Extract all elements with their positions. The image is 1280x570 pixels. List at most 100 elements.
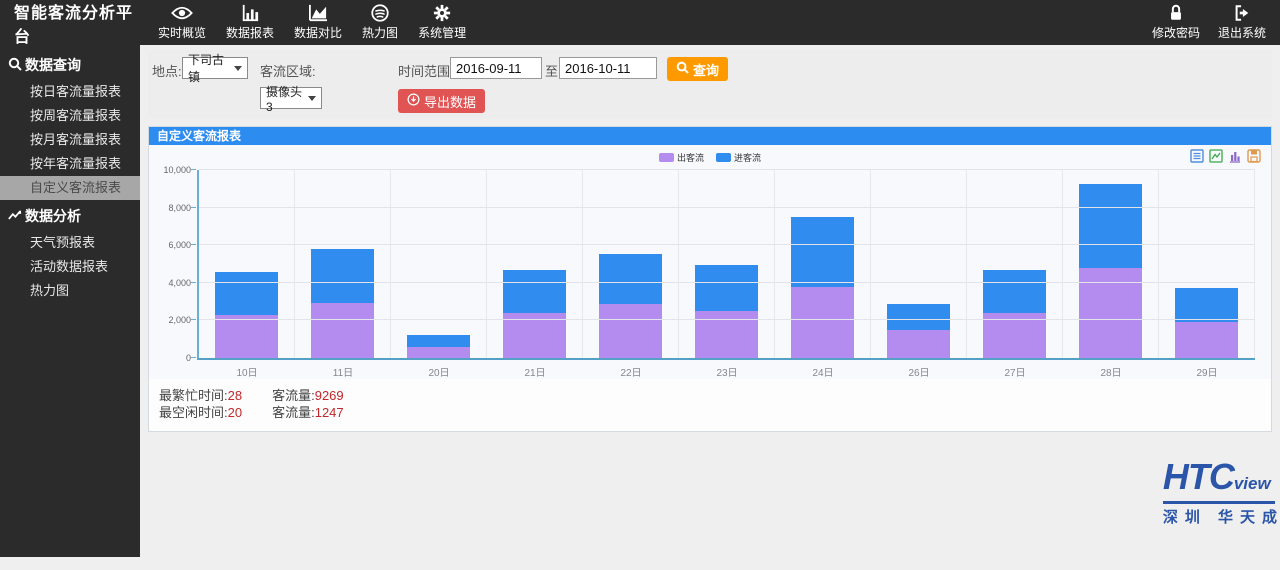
idle-time-label: 最空闲时间: <box>159 405 228 420</box>
sidebar-item-yearly-report[interactable]: 按年客流量报表 <box>0 152 140 176</box>
bar-segment-in <box>695 265 758 311</box>
bar-segment-out <box>1175 322 1238 358</box>
search-icon <box>676 61 689 77</box>
area-label: 客流区域: <box>260 61 316 80</box>
stacked-bar <box>311 170 374 358</box>
bar-segment-in <box>599 254 662 305</box>
save-image-icon[interactable] <box>1247 149 1261 163</box>
bar-segment-in <box>887 304 950 330</box>
x-axis-tick-label: 23日 <box>679 364 775 379</box>
sidebar-item-heatmap[interactable]: 热力图 <box>0 279 140 303</box>
stats-busiest-row: 最繁忙时间:28客流量:9269 <box>159 387 1261 404</box>
x-axis-tick-label: 11日 <box>295 364 391 379</box>
nav-right: 修改密码 退出系统 <box>1152 4 1280 41</box>
nav-item-heatmap[interactable]: 热力图 <box>362 4 398 41</box>
busiest-flow-value: 9269 <box>315 388 344 403</box>
bar-chart-icon[interactable] <box>1228 149 1242 163</box>
area-chart-icon <box>307 4 329 27</box>
logo-view-text: view <box>1234 474 1271 493</box>
stacked-bar <box>791 170 854 358</box>
data-view-icon[interactable] <box>1190 149 1204 163</box>
legend-item[interactable]: 进客流 <box>716 151 761 164</box>
sidebar-item-daily-report[interactable]: 按日客流量报表 <box>0 80 140 104</box>
nav-item-data-compare[interactable]: 数据对比 <box>294 4 342 41</box>
gear-icon <box>431 4 453 27</box>
x-axis-tick-label: 27日 <box>967 364 1063 379</box>
chevron-down-icon <box>234 66 242 71</box>
logo-subtitle: 深圳 华天成 <box>1163 506 1280 527</box>
sidebar-item-activity-report[interactable]: 活动数据报表 <box>0 255 140 279</box>
y-axis-tick <box>191 169 196 170</box>
bar-segment-in <box>311 249 374 303</box>
main-content: 地点: 下司古镇 客流区域: 摄像头3 时间范围 至 查询 导出数据 <box>140 45 1280 570</box>
logout-icon <box>1231 4 1253 27</box>
legend-swatch <box>716 153 731 162</box>
sidebar-section-data-analysis: 数据分析 <box>0 200 140 231</box>
legend-row: 出客流 进客流 <box>149 148 1271 168</box>
trend-icon <box>8 208 22 225</box>
date-to-input[interactable] <box>559 57 657 79</box>
busiest-flow-label: 客流量: <box>272 388 315 403</box>
bar-slot <box>775 170 871 358</box>
stacked-bar <box>983 170 1046 358</box>
legend-label: 出客流 <box>677 151 704 164</box>
bar-segment-in <box>983 270 1046 313</box>
x-axis-tick-label: 24日 <box>775 364 871 379</box>
nav-items: 实时概览 数据报表 数据对比 热力图 系统管理 <box>158 4 466 41</box>
date-from-input[interactable] <box>450 57 542 79</box>
export-data-button[interactable]: 导出数据 <box>398 89 485 113</box>
query-button[interactable]: 查询 <box>667 57 728 81</box>
idle-flow-label: 客流量: <box>272 405 315 420</box>
page: 智能客流分析平台 实时概览 数据报表 数据对比 热力图 系统管理 <box>0 0 1280 570</box>
bar-segment-in <box>407 335 470 347</box>
nav-item-system-admin[interactable]: 系统管理 <box>418 4 466 41</box>
chart-zone: 出客流进客流 02,0004,0006,0008,00010,000 10日11… <box>149 145 1271 379</box>
location-select[interactable]: 下司古镇 <box>182 57 248 79</box>
legend-label: 进客流 <box>734 151 761 164</box>
legend-item[interactable]: 出客流 <box>659 151 704 164</box>
y-axis-tick-label: 4,000 <box>168 278 191 288</box>
y-axis-tick <box>191 319 196 320</box>
logo-wordmark: HTCview <box>1163 462 1275 504</box>
y-axis-tick-label: 10,000 <box>163 165 191 175</box>
line-chart-icon[interactable] <box>1209 149 1223 163</box>
bar-slot <box>679 170 775 358</box>
x-axis-tick-label: 22日 <box>583 364 679 379</box>
stacked-bar <box>695 170 758 358</box>
bar-segment-out <box>695 311 758 358</box>
y-axis-tick <box>191 207 196 208</box>
nav-item-label: 系统管理 <box>418 27 466 41</box>
bar-segment-out <box>215 315 278 358</box>
nav-item-change-password[interactable]: 修改密码 <box>1152 4 1200 41</box>
location-label: 地点: <box>152 61 182 80</box>
stacked-bar <box>503 170 566 358</box>
chart-plot: 02,0004,0006,0008,00010,000 <box>197 170 1255 360</box>
x-axis-tick-label: 21日 <box>487 364 583 379</box>
chart-panel: 自定义客流报表 出客流进客流 02,0004,0006,0008,00010,0… <box>148 126 1272 432</box>
sidebar-item-weather-report[interactable]: 天气预报表 <box>0 231 140 255</box>
nav-item-logout[interactable]: 退出系统 <box>1218 4 1266 41</box>
bar-segment-out <box>791 287 854 358</box>
y-axis-tick <box>191 357 196 358</box>
sidebar-item-monthly-report[interactable]: 按月客流量报表 <box>0 128 140 152</box>
bar-slot <box>295 170 391 358</box>
bar-segment-out <box>311 303 374 358</box>
nav-item-label: 数据报表 <box>226 27 274 41</box>
to-label: 至 <box>545 61 558 80</box>
y-axis-tick-label: 8,000 <box>168 203 191 213</box>
sidebar-item-weekly-report[interactable]: 按周客流量报表 <box>0 104 140 128</box>
bar-slot <box>199 170 295 358</box>
x-axis-tick-label: 26日 <box>871 364 967 379</box>
stats-block: 最繁忙时间:28客流量:9269 最空闲时间:20客流量:1247 <box>149 379 1271 431</box>
bar-slot <box>967 170 1063 358</box>
idle-flow-value: 1247 <box>315 405 344 420</box>
eye-icon <box>171 4 193 27</box>
search-icon <box>8 57 22 74</box>
sidebar: 数据查询 按日客流量报表 按周客流量报表 按月客流量报表 按年客流量报表 自定义… <box>0 45 140 557</box>
camera-select[interactable]: 摄像头3 <box>260 87 322 109</box>
sidebar-item-custom-report[interactable]: 自定义客流报表 <box>0 176 140 200</box>
gridline <box>199 244 1255 245</box>
nav-item-data-report[interactable]: 数据报表 <box>226 4 274 41</box>
nav-item-realtime-overview[interactable]: 实时概览 <box>158 4 206 41</box>
time-range-label: 时间范围 <box>398 61 450 80</box>
